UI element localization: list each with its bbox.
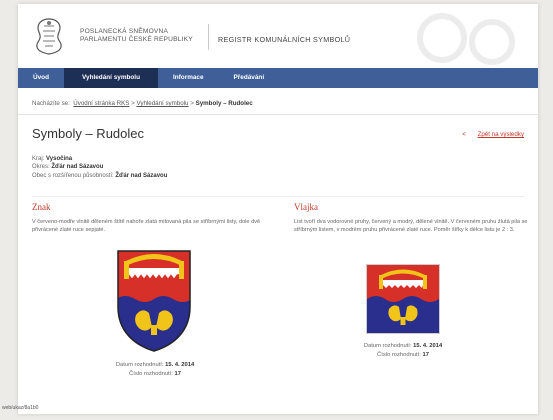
back-to-results[interactable]: < Zpět na výsledky (462, 131, 524, 138)
district-value: Žďár nad Sázavou (51, 164, 104, 171)
decision-date: 15. 4. 2014 (165, 362, 195, 368)
page-title: Symboly – Rudolec (32, 126, 144, 141)
status-bar-url: web/ukaz/8a1b0 (2, 405, 39, 411)
breadcrumb-link-search[interactable]: Vyhledání symbolu (136, 100, 188, 107)
page: POSLANECKÁ SNĚMOVNA PARLAMENTU ČESKÉ REP… (18, 4, 538, 414)
breadcrumb-current: Symboly – Rudolec (195, 100, 253, 107)
nav-item-predavani[interactable]: Předávání (219, 68, 280, 88)
coat-of-arms-decision: Datum rozhodnutí: 15. 4. 2014 Číslo rozh… (115, 362, 195, 377)
coat-of-arms-image[interactable] (116, 249, 192, 353)
region-value: Vysočina (46, 156, 73, 162)
register-title[interactable]: REGISTR KOMUNÁLNÍCH SYMBOLŮ (218, 35, 350, 44)
chevron-left-icon[interactable]: < (462, 131, 466, 138)
flag-description: List tvoří dva vodorovné pruhy, červený … (294, 219, 528, 233)
divider (32, 196, 524, 197)
nav-item-vyhledani-symbolu[interactable]: Vyhledání symbolu (63, 68, 158, 88)
decision-number: 17 (174, 371, 181, 377)
flag-section: Vlajka List tvoří dva vodorovné pruhy, č… (294, 202, 534, 234)
header-divider (208, 24, 209, 50)
breadcrumb-prefix: Nacházíte se: (32, 100, 70, 107)
main-navigation: Úvod Vyhledání symbolu Informace Předává… (18, 68, 538, 88)
nav-item-uvod[interactable]: Úvod (18, 68, 64, 88)
decision-date: 15. 4. 2014 (413, 343, 443, 349)
back-link[interactable]: Zpět na výsledky (478, 131, 524, 138)
decision-number: 17 (422, 352, 429, 358)
site-header: POSLANECKÁ SNĚMOVNA PARLAMENTU ČESKÉ REP… (18, 4, 538, 66)
coat-of-arms-section: Znak V červeno-modře vlnitě děleném štít… (32, 202, 272, 234)
flag-heading: Vlajka (294, 202, 318, 212)
nav-item-informace[interactable]: Informace (158, 68, 219, 88)
state-emblem-icon[interactable] (32, 16, 66, 56)
coat-of-arms-heading: Znak (32, 202, 51, 212)
flag-decision: Datum rozhodnutí: 15. 4. 2014 Číslo rozh… (363, 343, 443, 358)
breadcrumb-separator: > (190, 100, 194, 107)
municipality-authority-value: Žďár nad Sázavou (115, 172, 168, 179)
flag-image[interactable] (366, 264, 440, 334)
coat-of-arms-description: V červeno-modře vlnitě děleném štítě nah… (32, 219, 261, 233)
watermark-graphic (417, 13, 515, 65)
breadcrumb: Nacházíte se: Úvodní stránka RKS > Vyhle… (32, 100, 253, 107)
municipality-info: Kraj: Vysočina Okres: Žďár nad Sázavou O… (32, 156, 168, 179)
divider (18, 114, 538, 115)
breadcrumb-separator: > (131, 100, 135, 107)
organization-name[interactable]: POSLANECKÁ SNĚMOVNA PARLAMENTU ČESKÉ REP… (80, 28, 193, 44)
breadcrumb-link-home[interactable]: Úvodní stránka RKS (73, 100, 129, 107)
